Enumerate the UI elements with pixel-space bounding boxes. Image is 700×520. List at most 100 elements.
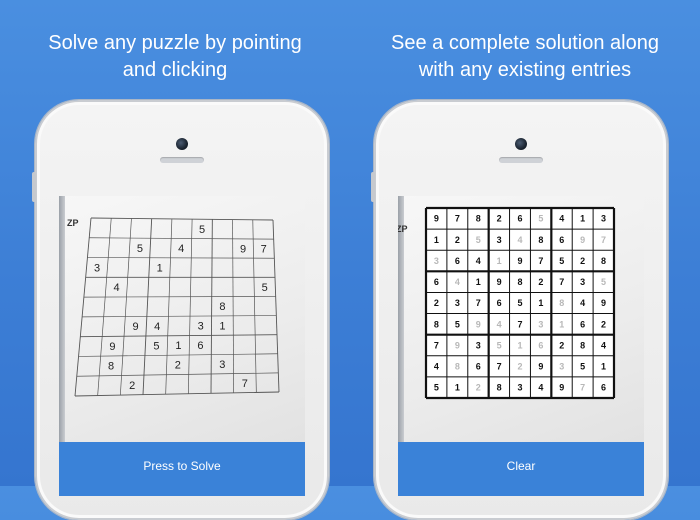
sudoku-cell-digit[interactable]: 8: [517, 277, 522, 287]
sudoku-cell-digit[interactable]: 2: [455, 235, 460, 245]
sudoku-cell-digit[interactable]: 6: [601, 383, 606, 393]
sudoku-cell-digit[interactable]: 6: [580, 319, 585, 329]
sudoku-cell-digit[interactable]: 3: [434, 256, 439, 266]
sudoku-cell-digit[interactable]: 2: [580, 256, 585, 266]
sudoku-cell-digit[interactable]: 9: [559, 383, 564, 393]
sudoku-cell-digit[interactable]: 1: [497, 256, 502, 266]
sudoku-cell-digit[interactable]: 4: [517, 235, 522, 245]
sudoku-cell-digit[interactable]: 9: [497, 277, 502, 287]
sudoku-cell-digit[interactable]: 4: [538, 383, 543, 393]
sudoku-cell-digit[interactable]: 8: [434, 319, 439, 329]
sudoku-cell-digit[interactable]: 3: [198, 321, 204, 333]
sudoku-cell-digit[interactable]: 8: [455, 361, 460, 371]
sudoku-cell-digit[interactable]: 2: [538, 277, 543, 287]
sudoku-cell-digit[interactable]: 8: [601, 256, 606, 266]
sudoku-cell-digit[interactable]: 3: [497, 235, 502, 245]
sudoku-cell-digit[interactable]: 6: [538, 340, 543, 350]
sudoku-cell-digit[interactable]: 7: [476, 298, 481, 308]
sudoku-cell-digit[interactable]: 3: [601, 214, 606, 224]
sudoku-cell-digit[interactable]: 1: [476, 277, 481, 287]
sudoku-cell-digit[interactable]: 5: [455, 319, 460, 329]
sudoku-cell-digit[interactable]: 2: [175, 360, 181, 372]
sudoku-cell-digit[interactable]: 5: [559, 256, 564, 266]
sudoku-cell-digit[interactable]: 6: [476, 361, 481, 371]
sudoku-cell-digit[interactable]: 3: [517, 383, 522, 393]
sudoku-cell-digit[interactable]: 7: [497, 361, 502, 371]
sudoku-cell-digit[interactable]: 2: [476, 383, 481, 393]
sudoku-cell-digit[interactable]: 1: [580, 214, 585, 224]
sudoku-cell-digit[interactable]: 3: [559, 361, 564, 371]
sudoku-cell-digit[interactable]: 1: [175, 340, 181, 352]
sudoku-solution-grid[interactable]: 9 7 8 2 6 5 4 1 3 1 2 5 3 4 8 6 9 7 3 6 4 1 9 7 5 2 8 6 4 1 9 8 2 7 3 5 2 3 7 6…: [398, 196, 644, 442]
sudoku-cell-digit[interactable]: 5: [137, 243, 143, 255]
sudoku-cell-digit[interactable]: 1: [455, 383, 460, 393]
sudoku-cell-digit[interactable]: 7: [538, 256, 543, 266]
sudoku-cell-digit[interactable]: 4: [434, 361, 439, 371]
sudoku-cell-digit[interactable]: 8: [219, 301, 225, 313]
sudoku-cell-digit[interactable]: 1: [517, 340, 522, 350]
sudoku-cell-digit[interactable]: 2: [601, 319, 606, 329]
sudoku-cell-digit[interactable]: 5: [580, 361, 585, 371]
sudoku-cell-digit[interactable]: 4: [497, 319, 502, 329]
sudoku-cell-digit[interactable]: 5: [153, 340, 159, 352]
sudoku-cell-digit[interactable]: 8: [108, 361, 114, 373]
sudoku-cell-digit[interactable]: 6: [559, 235, 564, 245]
press-to-solve-button[interactable]: Press to Solve: [59, 442, 305, 496]
sudoku-cell-digit[interactable]: 9: [538, 361, 543, 371]
sudoku-cell-digit[interactable]: 1: [219, 320, 225, 332]
sudoku-cell-digit[interactable]: 4: [476, 256, 481, 266]
sudoku-cell-digit[interactable]: 5: [199, 224, 205, 236]
sudoku-cell-digit[interactable]: 5: [517, 298, 522, 308]
sudoku-cell-digit[interactable]: 7: [261, 243, 267, 255]
sudoku-cell-digit[interactable]: 2: [129, 380, 135, 392]
sudoku-cell-digit[interactable]: 3: [94, 262, 100, 274]
sudoku-cell-digit[interactable]: 9: [455, 340, 460, 350]
camera-photo-right[interactable]: ZP 9782654131253486973641975286419827352…: [398, 196, 644, 442]
camera-photo-left[interactable]: ZP 55497314589431951682327: [59, 196, 305, 442]
sudoku-cell-digit[interactable]: 9: [132, 321, 138, 333]
sudoku-grid-left[interactable]: 5 5 4 9 7 3 1 4 5 8 9 4 3 1 9 5 1 6 8 2 3 2 7: [59, 196, 305, 442]
sudoku-cell-digit[interactable]: 8: [476, 214, 481, 224]
sudoku-cell-digit[interactable]: 4: [601, 340, 606, 350]
sudoku-cell-digit[interactable]: 6: [455, 256, 460, 266]
sudoku-cell-digit[interactable]: 6: [517, 214, 522, 224]
sudoku-cell-digit[interactable]: 4: [154, 321, 160, 333]
sudoku-cell-digit[interactable]: 5: [538, 214, 543, 224]
sudoku-cell-digit[interactable]: 3: [476, 340, 481, 350]
sudoku-cell-digit[interactable]: 6: [497, 298, 502, 308]
sudoku-cell-digit[interactable]: 6: [434, 277, 439, 287]
sudoku-cell-digit[interactable]: 7: [517, 319, 522, 329]
sudoku-cell-digit[interactable]: 5: [434, 383, 439, 393]
sudoku-cell-digit[interactable]: 9: [434, 214, 439, 224]
sudoku-cell-digit[interactable]: 5: [601, 277, 606, 287]
sudoku-cell-digit[interactable]: 7: [434, 340, 439, 350]
sudoku-cell-digit[interactable]: 4: [455, 277, 460, 287]
sudoku-cell-digit[interactable]: 2: [497, 214, 502, 224]
clear-button[interactable]: Clear: [398, 442, 644, 496]
sudoku-cell-digit[interactable]: 3: [455, 298, 460, 308]
sudoku-cell-digit[interactable]: 4: [580, 298, 585, 308]
sudoku-cell-digit[interactable]: 9: [517, 256, 522, 266]
sudoku-cell-digit[interactable]: 1: [559, 319, 564, 329]
sudoku-cell-digit[interactable]: 1: [538, 298, 543, 308]
sudoku-cell-digit[interactable]: 4: [113, 282, 119, 294]
sudoku-cell-digit[interactable]: 5: [262, 282, 268, 294]
sudoku-cell-digit[interactable]: 8: [497, 383, 502, 393]
sudoku-cell-digit[interactable]: 6: [197, 340, 203, 352]
sudoku-cell-digit[interactable]: 8: [580, 340, 585, 350]
sudoku-cell-digit[interactable]: 3: [580, 277, 585, 287]
sudoku-cell-digit[interactable]: 1: [601, 361, 606, 371]
sudoku-cell-digit[interactable]: 3: [219, 359, 225, 371]
sudoku-cell-digit[interactable]: 9: [476, 319, 481, 329]
sudoku-cell-digit[interactable]: 2: [434, 298, 439, 308]
sudoku-cell-digit[interactable]: 7: [601, 235, 606, 245]
sudoku-cell-digit[interactable]: 4: [559, 214, 564, 224]
sudoku-cell-digit[interactable]: 7: [559, 277, 564, 287]
sudoku-cell-digit[interactable]: 2: [517, 361, 522, 371]
sudoku-cell-digit[interactable]: 9: [109, 341, 115, 353]
sudoku-cell-digit[interactable]: 7: [580, 383, 585, 393]
sudoku-cell-digit[interactable]: 8: [538, 235, 543, 245]
sudoku-cell-digit[interactable]: 8: [559, 298, 564, 308]
sudoku-cell-digit[interactable]: 5: [497, 340, 502, 350]
sudoku-cell-digit[interactable]: 1: [434, 235, 439, 245]
